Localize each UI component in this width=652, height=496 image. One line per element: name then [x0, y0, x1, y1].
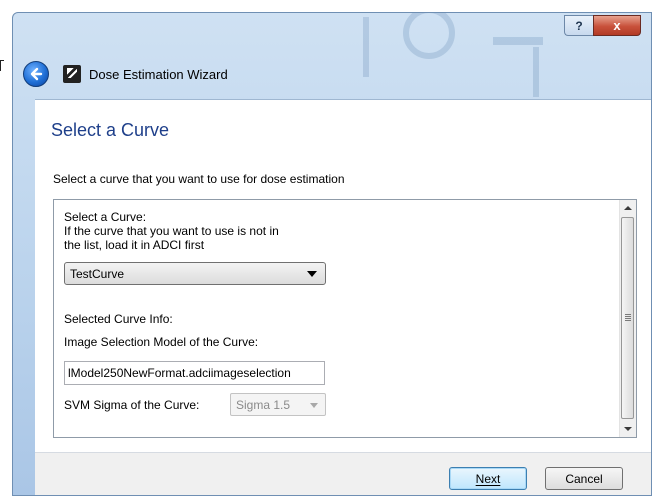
- scrollbar-thumb[interactable]: [621, 217, 634, 419]
- curve-select-dropdown[interactable]: TestCurve: [64, 262, 326, 285]
- dropdown-arrow-icon: [310, 403, 318, 408]
- curve-select-value: TestCurve: [70, 266, 125, 281]
- help-icon: ?: [575, 18, 583, 33]
- image-selection-model-field[interactable]: lModel250NewFormat.adciimageselection: [64, 361, 325, 385]
- dropdown-arrow-icon: [307, 271, 317, 277]
- image-selection-model-label: Image Selection Model of the Curve:: [64, 335, 259, 349]
- page-subtitle: Select a curve that you want to use for …: [53, 172, 345, 186]
- close-button[interactable]: x: [593, 15, 641, 36]
- scroll-down-icon: [624, 427, 632, 431]
- window-title: Dose Estimation Wizard: [89, 66, 228, 82]
- help-button[interactable]: ?: [564, 15, 593, 36]
- select-curve-label: Select a Curve:: [64, 210, 147, 224]
- cancel-button[interactable]: Cancel: [545, 467, 623, 490]
- vertical-scrollbar[interactable]: [619, 200, 636, 437]
- scroll-down-button[interactable]: [620, 421, 636, 437]
- image-selection-model-value: lModel250NewFormat.adciimageselection: [68, 366, 291, 380]
- next-button-label: Next: [475, 471, 501, 486]
- select-curve-hint-line1: If the curve that you want to use is not…: [64, 224, 279, 238]
- svm-sigma-value: Sigma 1.5: [236, 397, 291, 412]
- wizard-content: Select a Curve Select a curve that you w…: [35, 99, 651, 452]
- titlebar-buttons: ? x: [564, 15, 641, 36]
- scroll-up-icon: [624, 206, 632, 210]
- page-title: Select a Curve: [51, 120, 170, 140]
- scroll-up-button[interactable]: [620, 200, 636, 216]
- select-curve-hint-line2: the list, load it in ADCI first: [64, 238, 205, 252]
- back-button[interactable]: [23, 61, 49, 87]
- selected-curve-info-heading: Selected Curve Info:: [64, 312, 173, 326]
- next-button[interactable]: Next: [449, 467, 527, 490]
- wizard-footer: Next Cancel: [35, 452, 651, 495]
- wizard-window: ? x Dose Estimation Wizard Select a Curv…: [12, 12, 652, 496]
- stray-cursor-mark: [0, 60, 4, 78]
- close-icon: x: [613, 18, 621, 33]
- grip-icon: [625, 314, 631, 322]
- back-arrow-icon: [30, 67, 43, 81]
- cancel-button-label: Cancel: [565, 471, 603, 486]
- wizard-header: Dose Estimation Wizard: [23, 61, 228, 87]
- curve-settings-panel[interactable]: Select a Curve: If the curve that you wa…: [53, 199, 637, 438]
- svm-sigma-label: SVM Sigma of the Curve:: [64, 398, 200, 412]
- svm-sigma-dropdown: Sigma 1.5: [230, 393, 326, 416]
- app-icon: [63, 65, 81, 83]
